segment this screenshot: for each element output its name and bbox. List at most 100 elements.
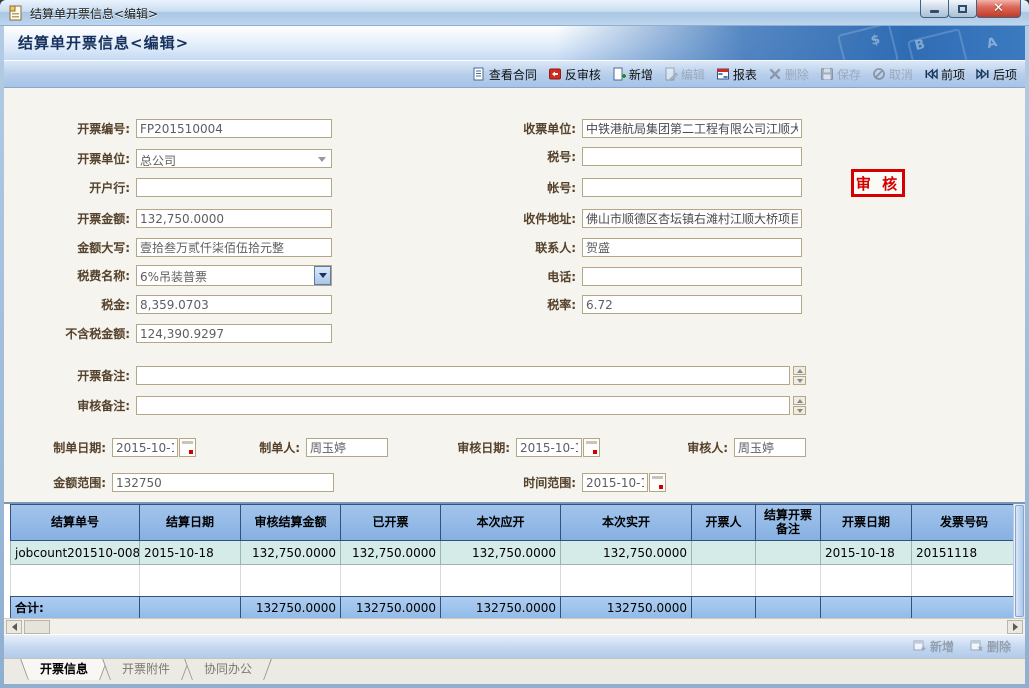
tax-rate-field[interactable] bbox=[582, 295, 802, 314]
view-contract-button[interactable]: 查看合同 bbox=[472, 66, 537, 83]
delete-button: 删除 bbox=[768, 66, 809, 83]
toolbar-label: 前项 bbox=[941, 66, 965, 83]
column-header[interactable]: 开票日期 bbox=[821, 505, 912, 540]
unapprove-button[interactable]: 反审核 bbox=[548, 66, 601, 83]
row-delete-button[interactable]: 删除 bbox=[970, 638, 1011, 655]
tab-invoice-attachments[interactable]: 开票附件 bbox=[102, 659, 190, 680]
calendar-icon[interactable] bbox=[583, 438, 600, 457]
creator-field[interactable] bbox=[306, 438, 388, 457]
invoice-unit-label: 开票单位: bbox=[4, 150, 136, 167]
toolbar-label: 编辑 bbox=[681, 66, 705, 83]
audit-stamp: 审 核 bbox=[851, 169, 905, 197]
edit-icon bbox=[664, 67, 678, 81]
spin-up-icon[interactable] bbox=[793, 366, 806, 375]
account-no-field[interactable] bbox=[582, 178, 802, 197]
mailing-address-label: 收件地址: bbox=[452, 210, 582, 227]
table-row[interactable]: jobcount201510-0084 2015-10-18 132,750.0… bbox=[10, 541, 1015, 565]
tax-name-dropdown[interactable]: 6%吊装普票 bbox=[136, 265, 332, 286]
cancel-button: 取消 bbox=[872, 66, 913, 83]
column-header[interactable]: 审核结算金额 bbox=[241, 505, 341, 540]
header-decor-image: $ B A bbox=[555, 26, 1025, 60]
column-header[interactable]: 本次实开 bbox=[561, 505, 692, 540]
spin-down-icon[interactable] bbox=[793, 406, 806, 415]
maximize-button[interactable] bbox=[948, 0, 977, 18]
invoice-remark-label: 开票备注: bbox=[4, 367, 136, 384]
invoice-unit-dropdown[interactable]: 总公司 bbox=[136, 149, 332, 168]
table-header-row: 结算单号 结算日期 审核结算金额 已开票 本次应开 本次实开 开票人 结算开票备… bbox=[10, 504, 1015, 541]
time-range-field[interactable] bbox=[582, 473, 648, 492]
amount-range-field[interactable] bbox=[112, 473, 334, 492]
tax-amount-field[interactable] bbox=[136, 295, 332, 314]
amount-words-label: 金额大写: bbox=[4, 239, 136, 256]
row-add-button[interactable]: 新增 bbox=[913, 638, 954, 655]
toolbar-label: 反审核 bbox=[565, 66, 601, 83]
new-button[interactable]: 新增 bbox=[612, 66, 653, 83]
toolbar-label: 保存 bbox=[837, 66, 861, 83]
tax-rate-label: 税率: bbox=[452, 296, 582, 313]
calendar-icon[interactable] bbox=[179, 438, 196, 457]
report-button[interactable]: 报表 bbox=[716, 66, 757, 83]
create-date-field[interactable] bbox=[112, 438, 178, 457]
audit-date-field[interactable] bbox=[516, 438, 582, 457]
creator-label: 制单人: bbox=[244, 439, 306, 456]
view-contract-icon bbox=[472, 67, 486, 81]
horizontal-scrollbar[interactable] bbox=[4, 618, 1025, 634]
contact-field[interactable] bbox=[582, 238, 802, 257]
delete-icon bbox=[768, 67, 782, 81]
audit-remark-field[interactable] bbox=[136, 396, 790, 415]
spin-down-icon[interactable] bbox=[793, 376, 806, 385]
invoice-remark-field[interactable] bbox=[136, 366, 790, 385]
minimize-button[interactable] bbox=[920, 0, 949, 18]
row-delete-label: 删除 bbox=[987, 638, 1011, 655]
phone-label: 电话: bbox=[452, 268, 582, 285]
audit-date-label: 审核日期: bbox=[438, 439, 516, 456]
invoice-no-field[interactable] bbox=[136, 119, 332, 138]
invoice-form: 开票编号: 开票单位: 总公司 开户行: 开票金额: 金额大写: bbox=[4, 88, 1025, 502]
invoice-amount-field[interactable] bbox=[136, 209, 332, 228]
amount-excl-tax-field[interactable] bbox=[136, 324, 332, 343]
tax-id-label: 税号: bbox=[452, 148, 582, 165]
tab-collaboration[interactable]: 协同办公 bbox=[184, 659, 272, 680]
invoice-amount-label: 开票金额: bbox=[4, 210, 136, 227]
contact-label: 联系人: bbox=[452, 239, 582, 256]
column-header[interactable]: 结算开票备注 bbox=[756, 505, 821, 540]
scroll-left-icon[interactable] bbox=[6, 620, 22, 634]
mailing-address-field[interactable] bbox=[582, 209, 802, 228]
horizontal-scrollbar-thumb[interactable] bbox=[24, 620, 50, 634]
column-header[interactable]: 结算单号 bbox=[11, 505, 140, 540]
previous-button[interactable]: 前项 bbox=[924, 66, 965, 83]
vertical-scrollbar[interactable] bbox=[1013, 504, 1025, 618]
column-header[interactable]: 本次应开 bbox=[441, 505, 561, 540]
receiver-unit-label: 收票单位: bbox=[452, 120, 582, 137]
amount-range-label: 金额范围: bbox=[4, 474, 112, 491]
close-icon: ✕ bbox=[993, 2, 1004, 15]
next-button[interactable]: 后项 bbox=[976, 66, 1017, 83]
new-icon bbox=[612, 67, 626, 81]
column-header[interactable]: 结算日期 bbox=[140, 505, 241, 540]
scroll-right-icon[interactable] bbox=[1007, 620, 1023, 634]
chevron-down-icon[interactable] bbox=[314, 266, 331, 285]
column-header[interactable]: 开票人 bbox=[692, 505, 756, 540]
page-title: 结算单开票信息<编辑> bbox=[18, 26, 189, 60]
tab-invoice-info[interactable]: 开票信息 bbox=[20, 659, 108, 680]
column-header[interactable]: 发票号码 bbox=[912, 505, 1016, 540]
column-header[interactable]: 已开票 bbox=[341, 505, 441, 540]
close-button[interactable]: ✕ bbox=[976, 0, 1021, 18]
calendar-icon[interactable] bbox=[649, 473, 666, 492]
auditor-field[interactable] bbox=[734, 438, 806, 457]
time-range-label: 时间范围: bbox=[474, 474, 582, 491]
toolbar-label: 删除 bbox=[785, 66, 809, 83]
table-empty-row bbox=[10, 565, 1015, 596]
audit-remark-label: 审核备注: bbox=[4, 397, 136, 414]
receiver-unit-field[interactable] bbox=[582, 119, 802, 138]
app-icon bbox=[8, 5, 24, 21]
edit-button: 编辑 bbox=[664, 66, 705, 83]
vertical-scrollbar-thumb[interactable] bbox=[1015, 505, 1024, 617]
phone-field[interactable] bbox=[582, 267, 802, 286]
spin-up-icon[interactable] bbox=[793, 396, 806, 405]
toolbar-label: 后项 bbox=[993, 66, 1017, 83]
tax-id-field[interactable] bbox=[582, 147, 802, 166]
amount-words-field[interactable] bbox=[136, 238, 332, 257]
row-add-icon bbox=[913, 640, 926, 653]
bank-field[interactable] bbox=[136, 178, 332, 197]
